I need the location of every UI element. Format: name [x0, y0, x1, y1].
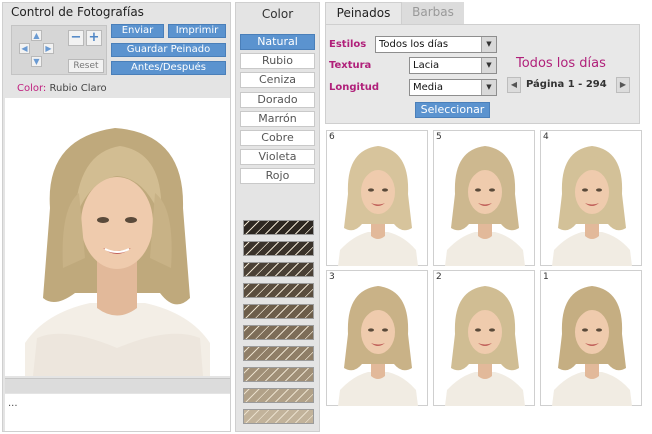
color-option-4[interactable]: Dorado [240, 91, 315, 108]
select-button[interactable]: Seleccionar [415, 102, 490, 118]
direction-pad: ▲ ◀ ▶ ▼ − + Reset [11, 25, 107, 75]
color-option-6[interactable]: Cobre [240, 130, 315, 146]
shade-swatch[interactable] [243, 220, 314, 235]
color-option-3[interactable]: Ceniza [240, 72, 315, 89]
shade-swatch[interactable] [243, 388, 314, 403]
color-panel-title: Color [261, 7, 294, 21]
chevron-down-icon: ▼ [481, 37, 496, 52]
zoom-in-button[interactable]: + [86, 30, 102, 46]
chevron-down-icon: ▼ [481, 58, 496, 73]
horizontal-scrollbar[interactable] [5, 378, 230, 393]
send-button[interactable]: Enviar [111, 24, 164, 38]
hairstyle-thumbnail[interactable]: 4 [540, 130, 642, 266]
hairstyle-preview-image [445, 146, 525, 266]
color-panel: Color Natural Rubio Ceniza Dorado Marrón Cobr… [235, 2, 320, 432]
texture-select-value: Lacia [413, 60, 440, 71]
color-value-label: Rubio Claro [49, 83, 107, 94]
shade-swatch[interactable] [243, 325, 314, 340]
model-photo-image [25, 128, 210, 376]
color-option-2[interactable]: Rubio [240, 53, 315, 70]
model-photo [5, 98, 230, 376]
shade-swatch[interactable] [243, 283, 314, 298]
save-style-button[interactable]: Guardar Peinado [111, 43, 226, 57]
color-option-5[interactable]: Marrón [240, 110, 315, 127]
shade-swatch[interactable] [243, 346, 314, 361]
length-label: Longitud [329, 82, 380, 93]
texture-label: Textura [329, 60, 372, 71]
shade-swatch[interactable] [243, 304, 314, 319]
hairstyle-preview-image [552, 146, 632, 266]
triangle-left-icon[interactable]: ◀ [507, 77, 521, 93]
print-button[interactable]: Imprimir [168, 24, 226, 38]
color-option-7[interactable]: Violeta [240, 149, 315, 166]
shade-swatch[interactable] [243, 241, 314, 256]
chevron-down-icon: ▼ [481, 80, 496, 95]
current-color: Color: Rubio Claro [17, 83, 107, 94]
hairstyle-preview-image [338, 286, 418, 406]
hairstyle-thumbnail[interactable]: 2 [433, 270, 535, 406]
shade-swatch[interactable] [243, 409, 314, 424]
results-heading: Todos los días [516, 56, 606, 71]
shade-swatch[interactable] [243, 262, 314, 277]
color-key-label: Color: [17, 83, 47, 94]
triangle-right-icon[interactable]: ▶ [616, 77, 630, 93]
page-indicator: Página 1 - 294 [526, 79, 607, 90]
style-tabs: Peinados Barbas [325, 2, 640, 24]
hairstyle-thumbnail[interactable]: 6 [326, 130, 428, 266]
styles-select[interactable]: Todos los días ▼ [375, 36, 497, 53]
hairstyle-thumbnail[interactable]: 3 [326, 270, 428, 406]
before-after-button[interactable]: Antes/Después [111, 61, 226, 75]
arrow-left-icon[interactable]: ◀ [19, 43, 30, 54]
photo-control-panel: Control de Fotografías ▲ ◀ ▶ ▼ − + Reset… [2, 2, 231, 432]
texture-select[interactable]: Lacia ▼ [409, 57, 497, 74]
color-option-8[interactable]: Rojo [240, 168, 315, 185]
arrow-up-icon[interactable]: ▲ [31, 30, 42, 41]
tab-peinados[interactable]: Peinados [325, 2, 402, 24]
arrow-right-icon[interactable]: ▶ [43, 43, 54, 54]
styles-select-value: Todos los días [379, 39, 449, 50]
status-log: ... [5, 394, 230, 431]
reset-button[interactable]: Reset [68, 59, 104, 73]
styles-label: Estilos [329, 39, 367, 50]
hairstyle-preview-image [552, 286, 632, 406]
tab-barbas[interactable]: Barbas [402, 2, 464, 24]
length-select[interactable]: Media ▼ [409, 79, 497, 96]
arrow-down-icon[interactable]: ▼ [31, 56, 42, 67]
hairstyle-thumbnail[interactable]: 1 [540, 270, 642, 406]
hairstyle-preview-image [445, 286, 525, 406]
hairstyle-thumbnail[interactable]: 5 [433, 130, 535, 266]
photo-control-title: Control de Fotografías [11, 5, 144, 19]
shade-swatch[interactable] [243, 367, 314, 382]
hairstyle-preview-image [338, 146, 418, 266]
filter-panel: Estilos Todos los días ▼ Textura Lacia ▼… [325, 24, 640, 124]
length-select-value: Media [413, 82, 444, 93]
zoom-out-button[interactable]: − [68, 30, 84, 46]
color-option-1[interactable]: Natural [240, 34, 315, 50]
